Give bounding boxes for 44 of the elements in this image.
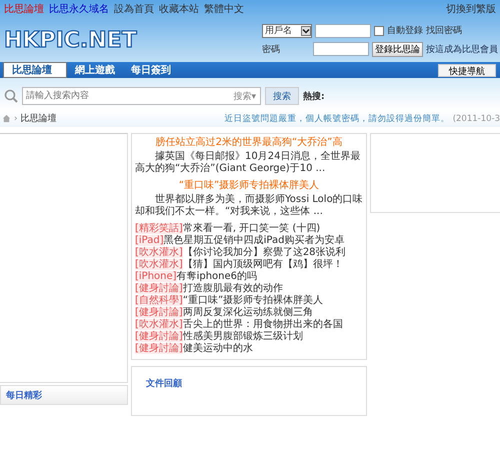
thread-item[interactable]: [自然科學]“重口味”摄影师专拍裸体胖美人 [135, 295, 363, 307]
breadcrumb-separator: › [14, 114, 18, 124]
checkbox[interactable] [374, 26, 384, 36]
thread-item[interactable]: [吹水灌水]舌尖上的世界：用食物拼出来的各国 [135, 319, 363, 331]
notice-date: (2011-10-3 [452, 114, 500, 124]
section-title: 文件回顧 [146, 379, 182, 389]
top-link[interactable]: 收藏本站 [159, 2, 199, 16]
thread-item[interactable]: [iPad]黑色星期五促销中四成iPad购买者为安卓 [135, 235, 363, 247]
password-label: 密碼 [262, 44, 281, 56]
login-button[interactable]: 登錄比思論 [372, 42, 423, 56]
thread-item[interactable]: [健身討論]打造腹肌最有效的动作 [135, 283, 363, 295]
feature-summary: 世界都以胖多为美，而摄影师Yossi Lolo的口味却和我们不太一样。“对我来说，这些体 ... [135, 194, 363, 218]
search-button[interactable]: 搜索 [265, 87, 299, 105]
checkbox-label: 自動登錄 [387, 24, 423, 37]
top-link[interactable]: 切換到繁版 [446, 2, 496, 16]
thread-item[interactable]: [吹水灌水]【猜】国内顶级网吧有【鸡】很坪！ [135, 259, 363, 271]
notice-link[interactable]: 近日盜號問題嚴重，個人帳號密碼，請勿設得過份簡單。 [224, 112, 450, 124]
dropdown-icon [301, 26, 311, 36]
search-scope-dropdown[interactable]: 搜索▾ [233, 90, 260, 102]
nav-tab[interactable]: 網上遊戲 [67, 62, 123, 78]
quick-nav-button[interactable]: 快捷導航 [438, 64, 496, 77]
password-field[interactable] [313, 42, 369, 56]
username-field[interactable] [315, 24, 371, 38]
register-link[interactable]: 按這成為比思會員 [426, 42, 498, 56]
thread-item[interactable]: [健身討論]两周反复深化运动练就侧三角 [135, 307, 363, 319]
breadcrumb-link[interactable]: 比思論壇 [20, 112, 57, 125]
top-link[interactable]: 繁體中文 [204, 2, 244, 16]
thread-item[interactable]: [iPhone]有奪iphone6的吗 [135, 271, 363, 283]
section-title: 每日精彩 [6, 390, 42, 402]
home-icon[interactable] [2, 114, 11, 123]
top-link[interactable]: 設為首頁 [114, 2, 154, 16]
thread-item[interactable]: [吹水灌水]【你讨论我加分】察覺了这28张说利 [135, 247, 363, 259]
hot-search-label: 熱搜: [303, 90, 325, 102]
find-password-link[interactable]: 找回密碼 [426, 24, 462, 37]
search-icon [4, 89, 18, 103]
thread-item[interactable]: [健身討論]健美运动中的水 [135, 343, 363, 355]
search-field[interactable]: 請輸入搜索內容 搜索▾ [22, 87, 261, 105]
nav-tab[interactable]: 比思論壇 [3, 62, 67, 78]
username-select[interactable]: 用戶名 [262, 24, 312, 38]
feature-summary: 據英国《每日邮报》10月24日消息，全世界最高大的狗“大乔治”(Giant George)于10 ... [135, 151, 362, 175]
top-link[interactable]: 比思永久域名 [49, 2, 109, 16]
thread-item[interactable]: [健身討論]性感美男腹部锻炼三级计划 [135, 331, 363, 343]
nav-tab[interactable]: 每日簽到 [123, 62, 179, 78]
thread-item[interactable]: [精彩笑話]常來看一看, 开口笑一笑 (十四) [135, 223, 363, 235]
